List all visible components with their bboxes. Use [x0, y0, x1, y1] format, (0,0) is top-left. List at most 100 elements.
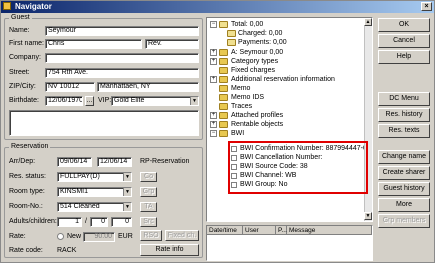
history-log-table: Date/time User P... Message	[206, 225, 373, 261]
guest-history-button[interactable]: Guest history	[378, 182, 430, 196]
room-no-label: Room-No.:	[9, 203, 43, 210]
new-rate-radio[interactable]	[57, 233, 64, 240]
col-p[interactable]: P...	[276, 226, 287, 235]
tree-memo[interactable]: Memo	[231, 84, 250, 93]
rate-info-button[interactable]: Rate info	[140, 244, 199, 256]
name-field[interactable]: Seymour	[45, 26, 199, 36]
room-no-value: 514 Cleaned	[60, 203, 100, 210]
extra-children-field[interactable]: 0	[111, 217, 132, 227]
tree-attached-profiles[interactable]: Attached profiles	[231, 111, 283, 120]
dc-menu-button[interactable]: DC Menu	[378, 92, 430, 106]
col-date-time[interactable]: Date/time	[207, 226, 243, 235]
street-field[interactable]: 754 Rth Ave.	[45, 68, 199, 78]
col-user[interactable]: User	[243, 226, 276, 235]
tree-category-types[interactable]: Category types	[231, 57, 278, 66]
help-button[interactable]: Help	[378, 50, 430, 64]
vip-select[interactable]: Gold Elite ▼	[111, 96, 199, 106]
folder-icon	[219, 85, 228, 92]
rate-code-label: Rate code:	[9, 247, 43, 254]
col-message[interactable]: Message	[287, 226, 372, 235]
name-label: Name:	[9, 27, 30, 34]
expand-icon[interactable]: +	[210, 112, 217, 119]
zip-field[interactable]: NV 10012	[45, 82, 95, 92]
co-button[interactable]: Co	[140, 172, 157, 182]
birthdate-field[interactable]: 12/06/1970	[45, 96, 83, 106]
tree-rentable-objects[interactable]: Rentable objects	[231, 120, 283, 129]
scroll-down-icon[interactable]: ▼	[364, 212, 372, 220]
vip-label: VIP:	[98, 97, 112, 104]
expand-icon[interactable]: +	[210, 121, 217, 128]
expand-icon[interactable]: +	[210, 76, 217, 83]
tree-payments[interactable]: Payments: 0,00	[238, 38, 287, 47]
salutation-field[interactable]: Rev.	[145, 39, 199, 49]
create-sharer-button[interactable]: Create sharer	[378, 166, 430, 180]
folder-icon	[219, 94, 228, 101]
src-button[interactable]: Src	[140, 217, 157, 227]
city-field[interactable]: Manhattaen, NY	[97, 82, 199, 92]
arr-dep-label: Arr/Dep:	[9, 158, 36, 165]
folder-icon	[219, 112, 228, 119]
res-status-select[interactable]: FULLPAY(D) ▼	[57, 172, 132, 182]
folder-icon	[219, 76, 228, 83]
fixed-charges-button[interactable]: Fixed ch.	[165, 230, 199, 241]
tree-memo-ids[interactable]: Memo IDS	[231, 93, 264, 102]
tree-account[interactable]: A: Seymour 0,00	[231, 48, 283, 57]
guest-legend: Guest	[9, 14, 32, 21]
tree-fixed-charges[interactable]: Fixed charges	[231, 66, 275, 75]
room-no-select[interactable]: 514 Cleaned ▼	[57, 202, 132, 212]
change-name-button[interactable]: Change name	[378, 150, 430, 164]
cancel-button[interactable]: Cancel	[378, 34, 430, 48]
tree-traces[interactable]: Traces	[231, 102, 252, 111]
window-title: Navigator	[15, 2, 52, 11]
tree-additional-info[interactable]: Additional reservation information	[231, 75, 335, 84]
res-history-button[interactable]: Res. history	[378, 108, 430, 122]
reservation-legend: Reservation	[9, 143, 51, 150]
charged-icon	[227, 30, 236, 37]
rso-button[interactable]: RSO	[140, 230, 162, 241]
more-button[interactable]: More	[378, 198, 430, 212]
expand-icon[interactable]: +	[210, 49, 217, 56]
first-name-field[interactable]: Chris	[45, 39, 142, 49]
rate-code-value: RACK	[57, 247, 77, 254]
vip-value: Gold Elite	[114, 97, 145, 104]
close-button[interactable]: ×	[421, 2, 432, 11]
adults-field[interactable]: 1	[57, 217, 82, 227]
birthdate-picker-button[interactable]: ...	[85, 96, 94, 106]
birthdate-label: Birthdate:	[9, 97, 39, 104]
folder-icon	[219, 121, 228, 128]
expand-icon[interactable]: +	[210, 58, 217, 65]
arrival-field[interactable]: 09/06/14	[57, 157, 92, 167]
grp-members-button[interactable]: Grp members	[378, 214, 430, 228]
folder-icon	[219, 103, 228, 110]
res-status-label: Res. status:	[9, 173, 46, 180]
rate-label: Rate:	[9, 233, 26, 240]
res-status-value: FULLPAY(D)	[60, 173, 100, 180]
room-type-value: KINSMI1	[60, 188, 89, 195]
departure-field[interactable]: 12/06/14	[97, 157, 132, 167]
tree-bwi[interactable]: BWI	[231, 129, 244, 138]
collapse-icon[interactable]: −	[210, 130, 217, 137]
company-label: Company:	[9, 54, 41, 61]
rate-amount-field[interactable]: 90.00	[83, 232, 115, 242]
ok-button[interactable]: OK	[378, 18, 430, 32]
zip-city-label: ZIP/City:	[9, 83, 36, 90]
folder-icon	[219, 58, 228, 65]
children-field[interactable]: 0	[90, 217, 108, 227]
grp-button[interactable]: Grp	[140, 187, 157, 197]
tree-charged[interactable]: Charged: 0,00	[238, 29, 282, 38]
room-type-select[interactable]: KINSMI1 ▼	[57, 187, 132, 197]
app-icon	[3, 2, 11, 10]
title-bar: Navigator	[1, 1, 434, 13]
chevron-down-icon: ▼	[190, 97, 198, 105]
total-icon	[219, 21, 228, 28]
res-texts-button[interactable]: Res. texts	[378, 124, 430, 138]
ta-button[interactable]: TA	[140, 202, 157, 212]
guest-notes-field[interactable]	[9, 110, 199, 136]
company-field[interactable]	[45, 53, 199, 63]
tree-total[interactable]: Total: 0,00	[231, 20, 263, 29]
adults-children-separator: /	[85, 218, 87, 225]
folder-icon	[219, 130, 228, 137]
room-type-label: Room type:	[9, 188, 45, 195]
scroll-up-icon[interactable]: ▲	[364, 18, 372, 26]
collapse-icon[interactable]: −	[210, 21, 217, 28]
